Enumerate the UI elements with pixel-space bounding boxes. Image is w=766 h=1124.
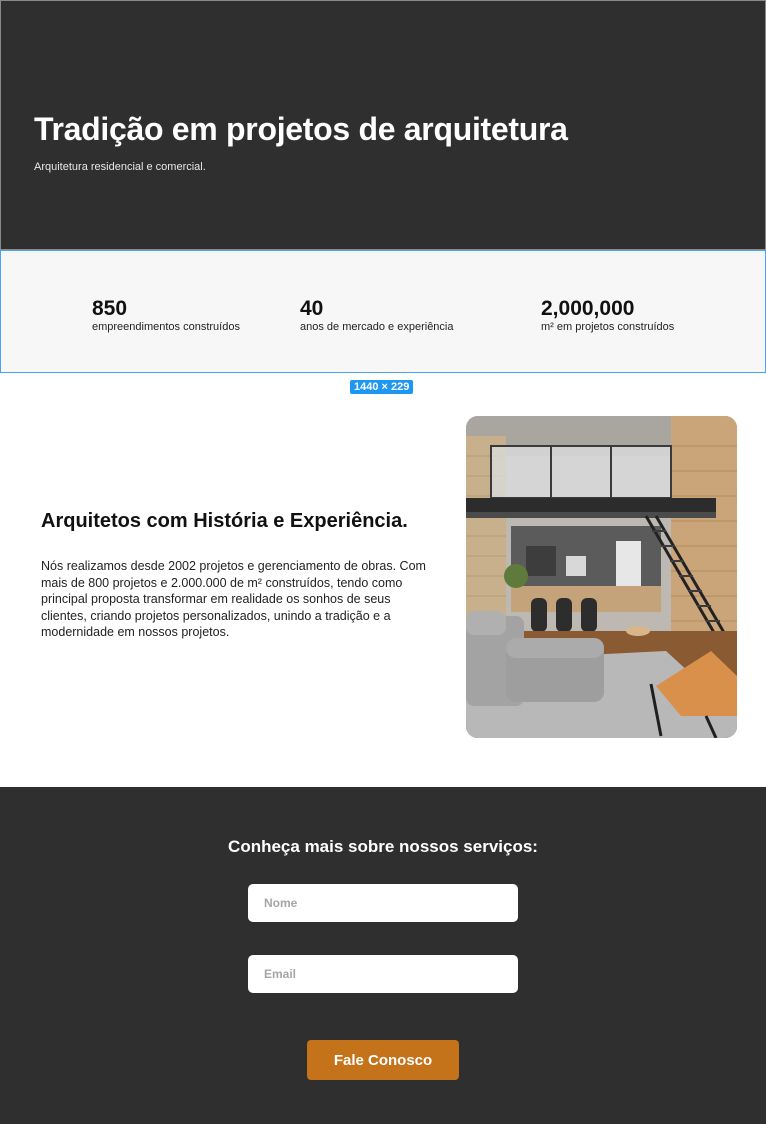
stat-label: m² em projetos construídos	[541, 321, 675, 333]
name-input[interactable]	[248, 884, 518, 922]
about-text: Nós realizamos desde 2002 projetos e ger…	[41, 559, 426, 639]
loft-interior-illustration	[466, 416, 737, 738]
contact-section: Conheça mais sobre nossos serviços: Fale…	[0, 787, 766, 1124]
stat-area: 2,000,000 m² em projetos construídos	[541, 297, 674, 333]
contact-title: Conheça mais sobre nossos serviços:	[228, 837, 538, 856]
contact-submit-button[interactable]: Fale Conosco	[307, 1040, 459, 1080]
stat-projects: 850 empreendimentos construídos	[92, 297, 240, 333]
stat-value: 40	[300, 297, 324, 320]
stat-label: anos de mercado e experiência	[300, 321, 454, 333]
hero-title: Tradição em projetos de arquitetura	[34, 111, 568, 147]
loft-interior-photo	[466, 416, 737, 738]
about-title: Arquitetos com História e Experiência.	[41, 510, 408, 532]
stat-years: 40 anos de mercado e experiência	[300, 297, 453, 333]
stats-section: 850 empreendimentos construídos 40 anos …	[0, 250, 766, 373]
hero-subtitle: Arquitetura residencial e comercial.	[34, 161, 206, 173]
stat-value: 850	[92, 297, 128, 320]
hero-section: Tradição em projetos de arquitetura Arqu…	[0, 0, 766, 250]
email-input[interactable]	[248, 955, 518, 993]
stat-label: empreendimentos construídos	[92, 321, 240, 333]
frame-size-badge: 1440 × 229	[350, 380, 414, 394]
stat-value: 2,000,000	[541, 297, 635, 320]
